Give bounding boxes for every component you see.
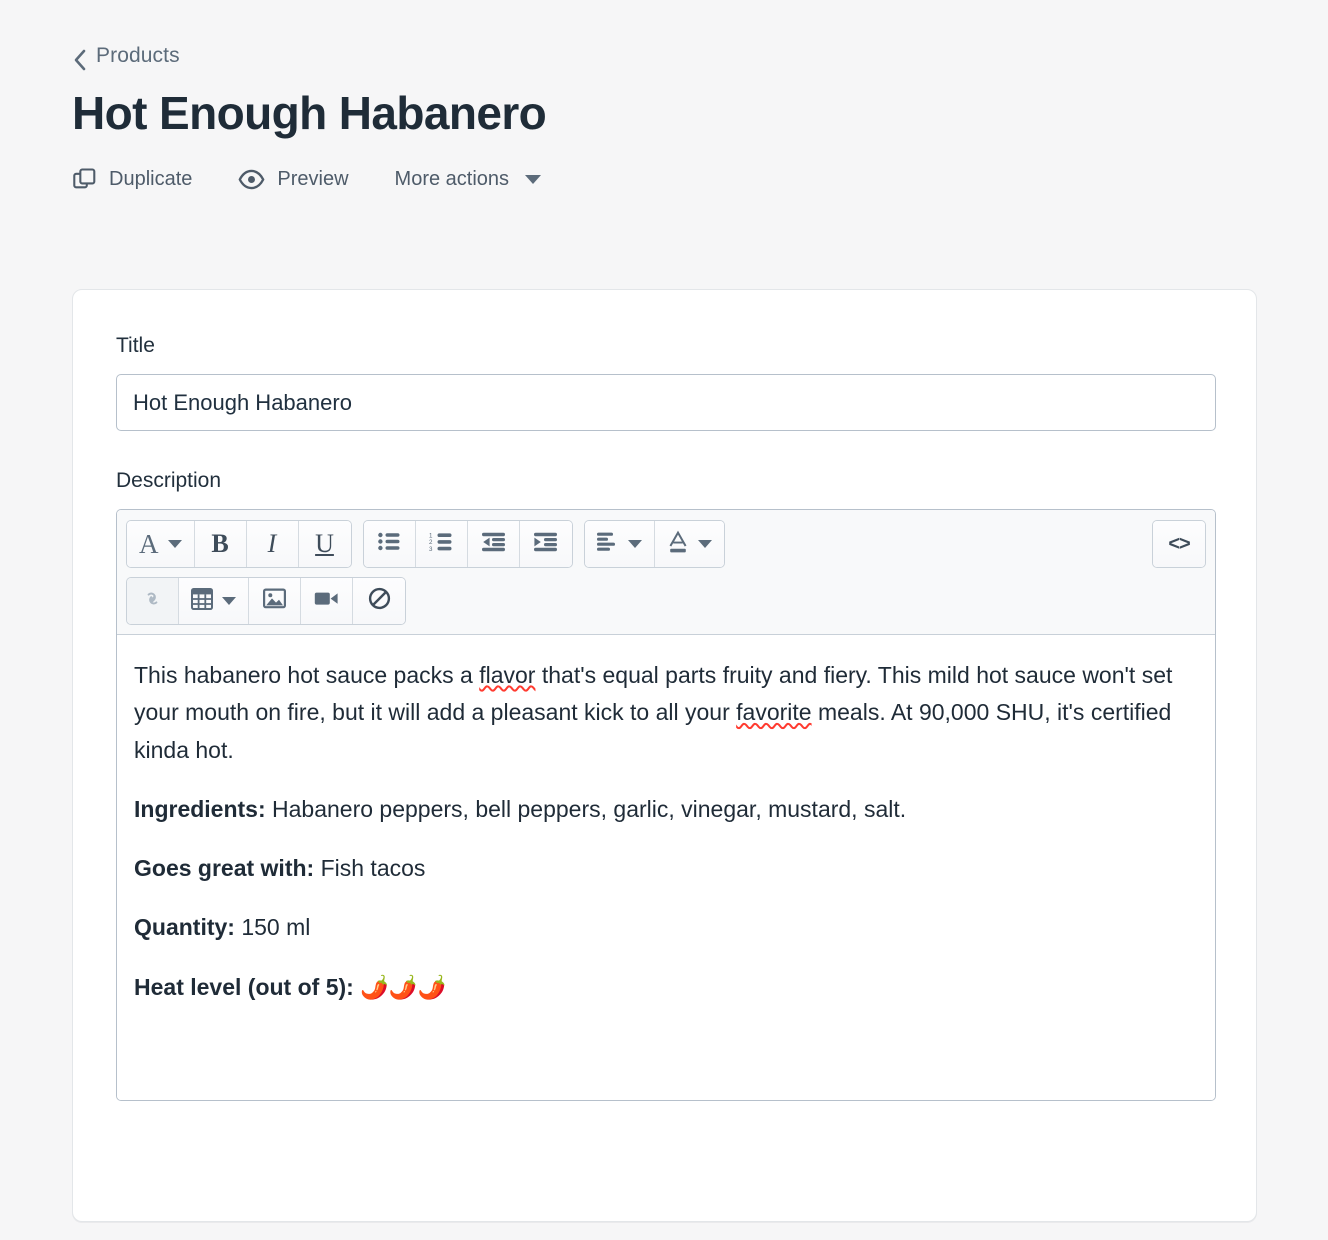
description-field-label: Description	[116, 469, 1213, 493]
breadcrumb-label: Products	[96, 44, 180, 68]
clear-formatting-button[interactable]	[353, 578, 405, 624]
title-input-value: Hot Enough Habanero	[133, 390, 352, 416]
text-format-group: A B I U	[126, 520, 352, 568]
bold-button[interactable]: B	[195, 521, 247, 567]
title-field-label: Title	[116, 334, 1213, 358]
insert-link-button[interactable]	[127, 578, 179, 624]
description-paragraph-heat-level: Heat level (out of 5): 🌶️🌶️🌶️	[134, 969, 1198, 1006]
goes-great-with-value: Fish tacos	[314, 855, 425, 881]
more-actions-button[interactable]: More actions	[395, 168, 588, 191]
field-spacer	[116, 431, 1213, 469]
align-left-icon	[597, 532, 619, 556]
toolbar-row-2	[126, 577, 1206, 625]
no-entry-icon	[368, 587, 391, 615]
video-camera-icon	[314, 590, 339, 612]
rich-text-editor: A B I U	[116, 509, 1216, 1101]
heat-level-label: Heat level (out of 5):	[134, 974, 354, 1000]
chevron-down-icon	[168, 540, 182, 548]
chevron-down-icon	[222, 597, 236, 605]
numbered-list-icon: 1 2 3	[429, 532, 454, 557]
code-brackets-icon: <>	[1168, 533, 1189, 556]
italic-icon: I	[268, 531, 277, 557]
numbered-list-button[interactable]: 1 2 3	[416, 521, 468, 567]
insert-video-button[interactable]	[301, 578, 353, 624]
page-title: Hot Enough Habanero	[72, 89, 1328, 139]
table-icon	[191, 588, 213, 615]
ingredients-value: Habanero peppers, bell peppers, garlic, …	[266, 796, 907, 822]
misspelled-word-flavor: flavor	[479, 662, 535, 688]
italic-button[interactable]: I	[247, 521, 299, 567]
preview-button[interactable]: Preview	[238, 166, 394, 193]
chevron-left-icon	[72, 49, 86, 63]
page-header: Products Hot Enough Habanero Duplicate	[0, 0, 1328, 193]
description-paragraph-1: This habanero hot sauce packs a flavor t…	[134, 657, 1198, 769]
quantity-label: Quantity:	[134, 914, 235, 940]
align-color-group	[584, 520, 725, 568]
insert-image-button[interactable]	[249, 578, 301, 624]
editor-toolbar: A B I U	[117, 510, 1215, 635]
description-editor-content[interactable]: This habanero hot sauce packs a flavor t…	[117, 635, 1215, 1100]
text-color-button[interactable]	[655, 521, 724, 567]
eye-icon	[238, 166, 265, 193]
outdent-button[interactable]	[468, 521, 520, 567]
link-icon	[140, 588, 165, 614]
bulleted-list-icon	[378, 532, 401, 556]
description-paragraph-ingredients: Ingredients: Habanero peppers, bell pepp…	[134, 791, 1198, 828]
description-paragraph-quantity: Quantity: 150 ml	[134, 909, 1198, 946]
description-paragraph-pairing: Goes great with: Fish tacos	[134, 850, 1198, 887]
chevron-down-icon	[628, 540, 642, 548]
title-input[interactable]: Hot Enough Habanero	[116, 374, 1216, 431]
goes-great-with-label: Goes great with:	[134, 855, 314, 881]
quantity-value: 150 ml	[235, 914, 310, 940]
toolbar-row-1: A B I U	[126, 520, 1206, 568]
chili-pepper-rating: 🌶️🌶️🌶️	[354, 974, 446, 1000]
ingredients-label: Ingredients:	[134, 796, 266, 822]
font-family-button[interactable]: A	[127, 521, 195, 567]
insert-group	[126, 577, 406, 625]
image-icon	[263, 588, 286, 614]
align-button[interactable]	[585, 521, 655, 567]
product-form-card: Title Hot Enough Habanero Description A	[72, 289, 1257, 1222]
duplicate-icon	[72, 167, 97, 192]
list-indent-group: 1 2 3	[363, 520, 573, 568]
insert-table-button[interactable]	[179, 578, 249, 624]
letter-a-icon: A	[139, 531, 159, 558]
underline-icon: U	[315, 531, 334, 557]
misspelled-word-favorite: favorite	[736, 699, 811, 725]
chevron-down-icon	[525, 175, 541, 184]
bold-icon: B	[211, 531, 228, 557]
indent-button[interactable]	[520, 521, 572, 567]
action-bar: Duplicate Preview More actions	[72, 166, 1328, 193]
more-actions-label: More actions	[395, 168, 510, 191]
svg-text:3: 3	[429, 546, 433, 552]
preview-label: Preview	[277, 168, 348, 191]
underline-button[interactable]: U	[299, 521, 351, 567]
para1-text-a: This habanero hot sauce packs a	[134, 662, 479, 688]
bulleted-list-button[interactable]	[364, 521, 416, 567]
product-edit-page: Products Hot Enough Habanero Duplicate	[0, 0, 1328, 1240]
text-color-icon	[667, 530, 689, 559]
duplicate-button[interactable]: Duplicate	[72, 167, 238, 192]
code-view-group: <>	[1152, 520, 1206, 568]
chevron-down-icon	[698, 540, 712, 548]
duplicate-label: Duplicate	[109, 168, 192, 191]
html-code-button[interactable]: <>	[1153, 521, 1205, 567]
outdent-icon	[481, 532, 506, 557]
indent-icon	[533, 532, 558, 557]
breadcrumb-products[interactable]: Products	[72, 44, 180, 68]
